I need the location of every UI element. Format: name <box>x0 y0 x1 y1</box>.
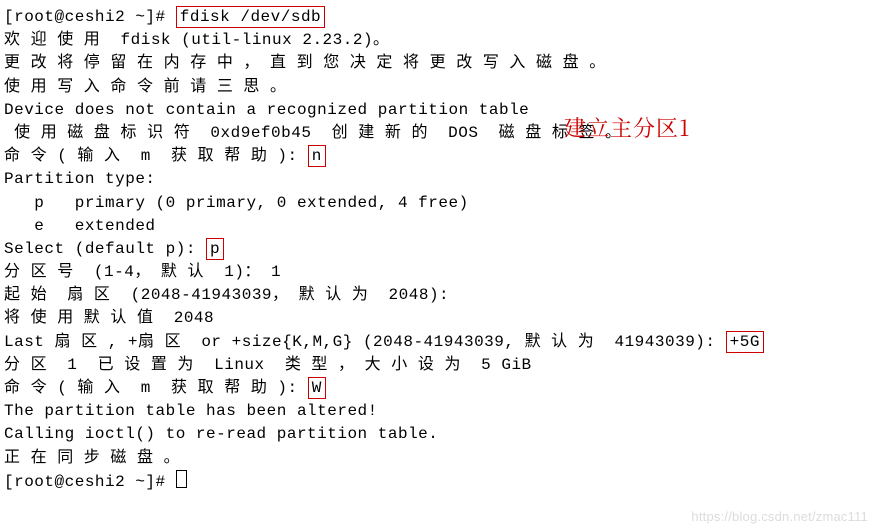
line-set-linux: 分 区 1 已 设 置 为 Linux 类 型 ， 大 小 设 为 5 GiB <box>4 354 870 377</box>
last-sector-text: Last 扇 区 , +扇 区 or +size{K,M,G} (2048-41… <box>4 333 726 351</box>
watermark-text: https://blog.csdn.net/zmac111 <box>691 508 868 527</box>
line-first-sector: 起 始 扇 区 (2048-41943039， 默 认 为 2048): <box>4 284 870 307</box>
line-altered: The partition table has been altered! <box>4 400 870 423</box>
line-partition-type: Partition type: <box>4 168 870 191</box>
line-ioctl: Calling ioctl() to re-read partition tab… <box>4 423 870 446</box>
select-text: Select (default p): <box>4 240 206 258</box>
shell-prompt-2: [root@ceshi2 ~]# <box>4 473 176 491</box>
line-select-p: Select (default p): p <box>4 238 870 261</box>
line-cmd-w: 命 令 ( 输 入 m 获 取 帮 助 ): W <box>4 377 870 400</box>
shell-prompt: [root@ceshi2 ~]# <box>4 8 176 26</box>
cursor-icon[interactable] <box>176 470 187 488</box>
line-extended: e extended <box>4 215 870 238</box>
highlight-p: p <box>206 238 224 260</box>
line-prompt-end: [root@ceshi2 ~]# <box>4 470 870 494</box>
cmd-prompt-text-2: 命 令 ( 输 入 m 获 取 帮 助 ): <box>4 379 308 397</box>
line-sync: 正 在 同 步 磁 盘 。 <box>4 447 870 470</box>
line-welcome: 欢 迎 使 用 fdisk (util-linux 2.23.2)。 <box>4 29 870 52</box>
annotation-main-partition: 建立主分区1 <box>564 112 690 144</box>
line-partnum: 分 区 号 (1-4， 默 认 1)： 1 <box>4 261 870 284</box>
line-think-note: 使 用 写 入 命 令 前 请 三 思 。 <box>4 76 870 99</box>
cmd-prompt-text: 命 令 ( 输 入 m 获 取 帮 助 ): <box>4 147 308 165</box>
line-device-table: Device does not contain a recognized par… <box>4 99 870 122</box>
line-dos-label: 使 用 磁 盘 标 识 符 0xd9ef0b45 创 建 新 的 DOS 磁 盘… <box>4 122 870 145</box>
line-last-sector: Last 扇 区 , +扇 区 or +size{K,M,G} (2048-41… <box>4 331 870 354</box>
line-memory-note: 更 改 将 停 留 在 内 存 中 ， 直 到 您 决 定 将 更 改 写 入 … <box>4 52 870 75</box>
line-primary: p primary (0 primary, 0 extended, 4 free… <box>4 192 870 215</box>
highlight-n: n <box>308 145 326 167</box>
highlight-size: +5G <box>726 331 764 353</box>
line-cmd-n: 命 令 ( 输 入 m 获 取 帮 助 ): n <box>4 145 870 168</box>
highlight-fdisk-cmd: fdisk /dev/sdb <box>176 6 325 28</box>
highlight-w: W <box>308 377 326 399</box>
line-cmd: [root@ceshi2 ~]# fdisk /dev/sdb <box>4 6 870 29</box>
line-default-2048: 将 使 用 默 认 值 2048 <box>4 307 870 330</box>
